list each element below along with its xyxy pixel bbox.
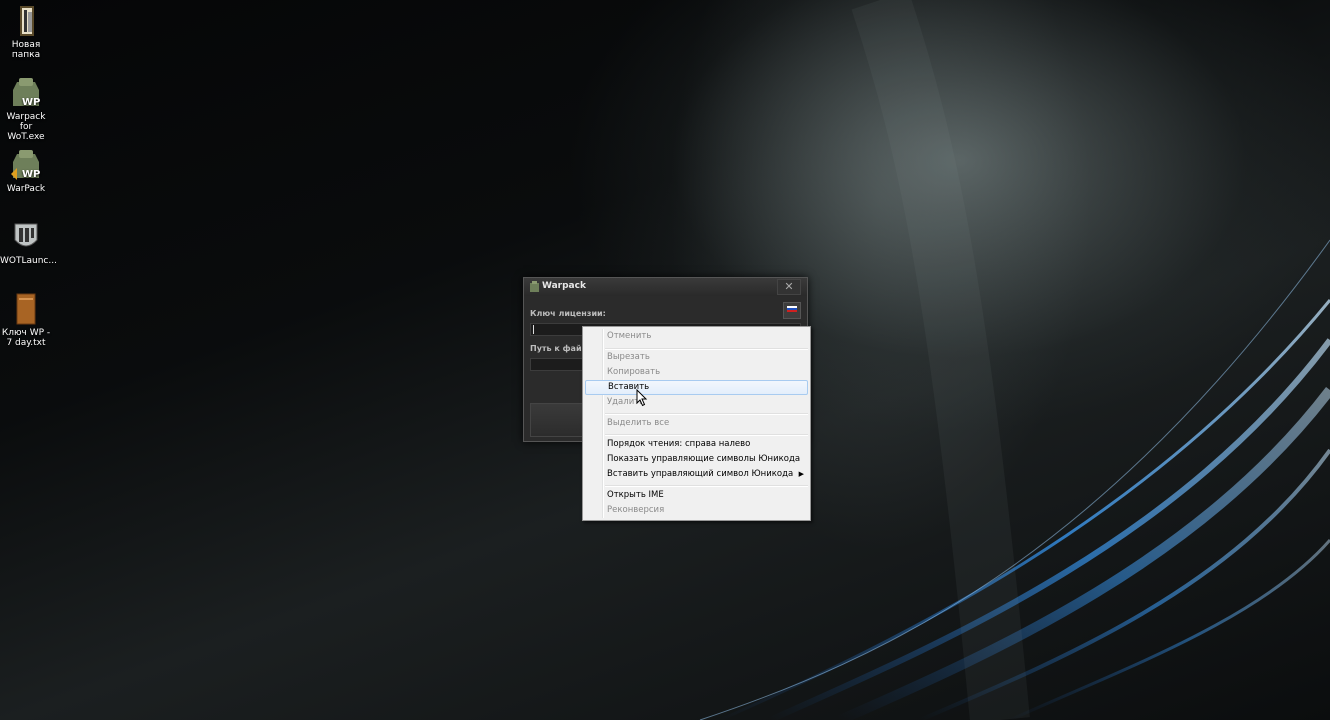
menu-item-cut[interactable]: Вырезать (585, 350, 808, 365)
folder-icon (20, 6, 34, 36)
desktop-icon-warpack[interactable]: WP WarPack (0, 148, 52, 194)
desktop-background: Новая папка WP Warpack for WoT.exe WP Wa… (0, 0, 1330, 720)
text-file-icon (16, 293, 36, 325)
window-action-button[interactable] (530, 403, 586, 437)
desktop-icon-new-folder[interactable]: Новая папка (0, 4, 52, 60)
menu-item-label: Выделить все (607, 418, 670, 428)
menu-item-label: Копировать (607, 367, 661, 377)
menu-item-paste[interactable]: Вставить (585, 380, 808, 395)
menu-separator (605, 413, 808, 415)
warpack-icon: WP (13, 78, 40, 108)
window-title: Warpack (542, 281, 586, 291)
desktop-icon-label: Warpack for WoT.exe (6, 112, 46, 142)
wot-launcher-icon (14, 223, 38, 247)
svg-text:WP: WP (22, 169, 40, 180)
menu-item-label: Открыть IME (607, 490, 664, 500)
desktop-icon-label: WOTLaunc... (0, 256, 57, 266)
menu-item-reconversion[interactable]: Реконверсия (585, 503, 808, 518)
license-key-label: Ключ лицензии: (530, 309, 606, 318)
menu-item-rtl-order[interactable]: Порядок чтения: справа налево (585, 437, 808, 452)
menu-item-label: Порядок чтения: справа налево (607, 439, 751, 449)
menu-item-copy[interactable]: Копировать (585, 365, 808, 380)
menu-item-delete[interactable]: Удалить (585, 395, 808, 410)
svg-text:WP: WP (22, 97, 40, 108)
desktop-icon-label: Ключ WP - 7 day.txt (1, 328, 51, 348)
desktop-icon-warpack-exe[interactable]: WP Warpack for WoT.exe (0, 76, 52, 142)
desktop-icon-wot-launcher[interactable]: WOTLaunc... (0, 220, 57, 266)
menu-item-open-ime[interactable]: Открыть IME (585, 488, 808, 503)
close-icon: ✕ (784, 280, 794, 293)
warpack-icon (530, 281, 539, 292)
close-button[interactable]: ✕ (777, 279, 801, 295)
menu-item-undo[interactable]: Отменить (585, 329, 808, 344)
desktop-icon-key-txt[interactable]: Ключ WP - 7 day.txt (0, 292, 52, 348)
menu-separator (605, 434, 808, 436)
menu-item-label: Реконверсия (607, 505, 665, 515)
menu-item-select-all[interactable]: Выделить все (585, 416, 808, 431)
menu-item-label: Показать управляющие символы Юникода (607, 454, 801, 464)
mouse-cursor-icon (636, 389, 648, 407)
language-button[interactable] (783, 302, 801, 319)
menu-item-label: Вставить управляющий символ Юникода (607, 469, 794, 479)
menu-item-label: Отменить (607, 331, 652, 341)
warpack-icon: WP (11, 150, 40, 180)
text-caret (533, 325, 534, 334)
russian-flag-icon (784, 303, 800, 312)
context-menu: Отменить Вырезать Копировать Вставить Уд… (582, 326, 811, 521)
menu-item-show-unicode-controls[interactable]: Показать управляющие символы Юникода (585, 452, 808, 467)
desktop-icon-label: WarPack (6, 184, 46, 194)
desktop-icon-label: Новая папка (11, 40, 41, 60)
menu-item-label: Вырезать (607, 352, 650, 362)
window-titlebar[interactable]: Warpack ✕ (524, 278, 807, 296)
menu-separator (605, 485, 808, 487)
menu-item-insert-unicode-control[interactable]: Вставить управляющий символ Юникода ▶ (585, 467, 808, 482)
submenu-arrow-icon: ▶ (798, 470, 804, 478)
